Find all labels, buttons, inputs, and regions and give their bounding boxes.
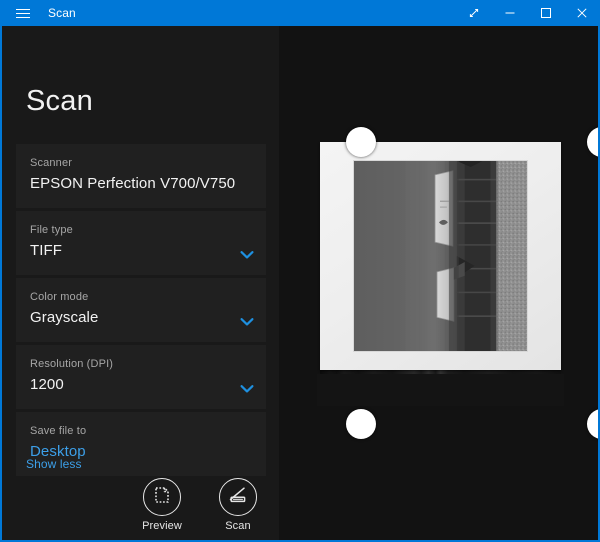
app-content: Scan Scanner EPSON Perfection V700/V750 … — [2, 26, 598, 540]
chevron-down-icon[interactable] — [240, 250, 254, 260]
crop-handle-top-right[interactable] — [587, 127, 598, 157]
show-less-link[interactable]: Show less — [26, 457, 82, 471]
setting-file-type[interactable]: File type TIFF — [16, 211, 266, 275]
scan-app-window: Scan Scan Scanner EPSON Perfection V700/… — [0, 0, 600, 542]
chevron-down-icon[interactable] — [240, 384, 254, 394]
close-icon — [576, 7, 588, 19]
maximize-button[interactable] — [528, 0, 564, 26]
photo-print-border — [320, 142, 561, 370]
scan-button[interactable]: Scan — [211, 476, 265, 532]
crop-handle-bottom-right[interactable] — [587, 409, 598, 439]
settings-list: Scanner EPSON Perfection V700/V750 File … — [16, 144, 266, 479]
scan-button-circle — [219, 478, 257, 516]
preview-page-icon — [152, 485, 172, 510]
scanned-photograph — [353, 160, 528, 352]
scanner-bed-shadow — [317, 374, 564, 406]
window-controls — [456, 0, 598, 26]
scanner-icon — [227, 484, 249, 511]
action-buttons: Preview Scan — [135, 476, 265, 532]
setting-value: Grayscale — [30, 309, 99, 326]
setting-label: File type — [30, 224, 73, 236]
setting-label: Save file to — [30, 425, 87, 437]
maximize-icon — [540, 7, 552, 19]
minimize-icon — [504, 7, 516, 19]
setting-value: EPSON Perfection V700/V750 — [30, 175, 236, 192]
setting-value: TIFF — [30, 242, 63, 259]
fullscreen-button[interactable] — [456, 0, 492, 26]
app-title: Scan — [48, 6, 76, 20]
settings-sidebar: Scan Scanner EPSON Perfection V700/V750 … — [2, 26, 279, 540]
hamburger-icon[interactable] — [2, 0, 46, 26]
crop-handle-top-left[interactable] — [346, 127, 376, 157]
photograph-image — [354, 161, 527, 351]
title-bar: Scan — [2, 0, 598, 26]
setting-label: Color mode — [30, 291, 89, 303]
preview-button-circle — [143, 478, 181, 516]
scan-preview-pane[interactable] — [279, 26, 598, 540]
preview-button[interactable]: Preview — [135, 476, 189, 532]
setting-label: Resolution (DPI) — [30, 358, 114, 370]
close-button[interactable] — [564, 0, 598, 26]
setting-label: Scanner — [30, 157, 73, 169]
scanned-sheet — [317, 116, 598, 476]
diagonal-arrow-icon — [468, 7, 480, 19]
scan-button-label: Scan — [225, 520, 251, 532]
setting-color-mode[interactable]: Color mode Grayscale — [16, 278, 266, 342]
preview-button-label: Preview — [142, 520, 182, 532]
chevron-down-icon[interactable] — [240, 317, 254, 327]
crop-handle-bottom-left[interactable] — [346, 409, 376, 439]
setting-scanner[interactable]: Scanner EPSON Perfection V700/V750 — [16, 144, 266, 208]
setting-value: 1200 — [30, 376, 64, 393]
setting-resolution[interactable]: Resolution (DPI) 1200 — [16, 345, 266, 409]
page-title: Scan — [26, 85, 93, 117]
minimize-button[interactable] — [492, 0, 528, 26]
